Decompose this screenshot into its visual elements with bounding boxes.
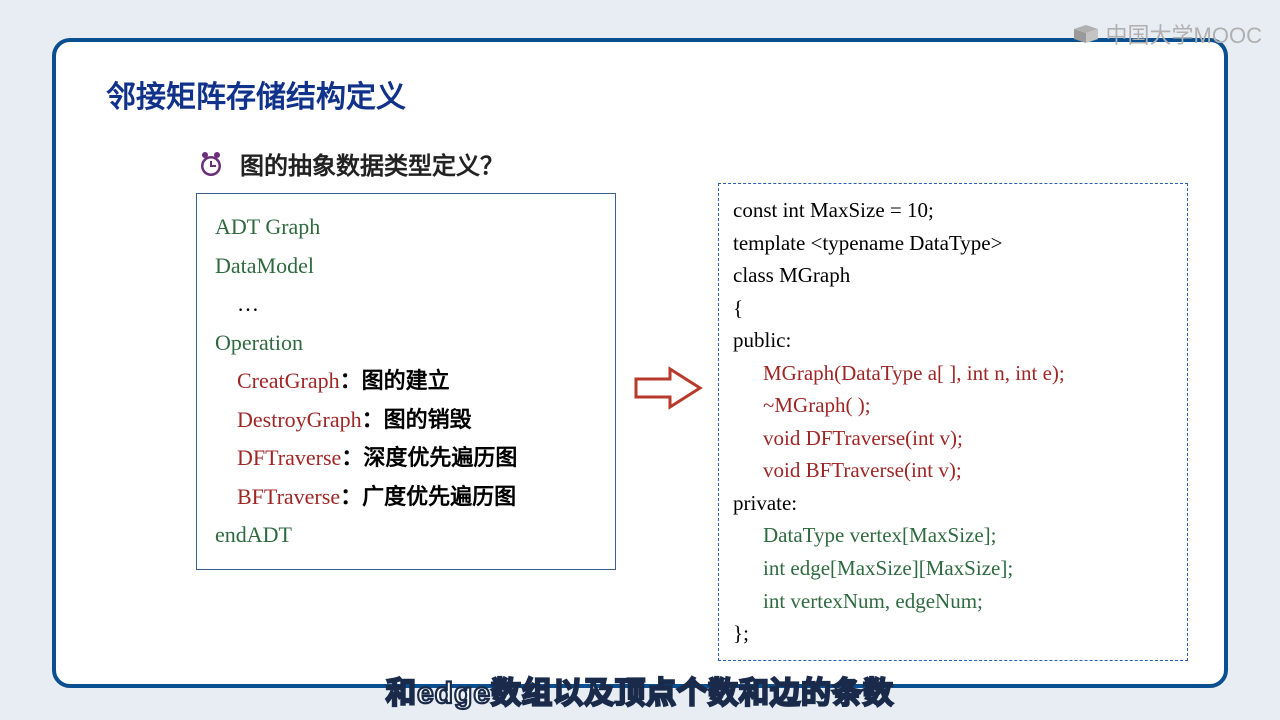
op-creat: CreatGraph：图的建立 [215, 362, 597, 401]
subtitle: 图的抽象数据类型定义？ [240, 146, 504, 181]
datamodel-line: DataModel [215, 247, 597, 286]
code-p2: ~MGraph( ); [733, 389, 1173, 422]
op-destroy: DestroyGraph：图的销毁 [215, 401, 597, 440]
endadt-line: endADT [215, 516, 597, 555]
code-l1: const int MaxSize = 10; [733, 194, 1173, 227]
code-p1: MGraph(DataType a[ ], int n, int e); [733, 357, 1173, 390]
code-l4: { [733, 292, 1173, 325]
code-p4: void BFTraverse(int v); [733, 454, 1173, 487]
adt-box: ADT Graph DataModel … Operation CreatGra… [196, 193, 616, 570]
slide-title: 邻接矩阵存储结构定义 [106, 72, 1184, 116]
operation-line: Operation [215, 324, 597, 363]
code-box: const int MaxSize = 10; template <typena… [718, 183, 1188, 661]
adt-line: ADT Graph [215, 208, 597, 247]
subtitle-row: 图的抽象数据类型定义？ [196, 146, 1184, 181]
code-q2: int edge[MaxSize][MaxSize]; [733, 552, 1173, 585]
op-bf: BFTraverse：广度优先遍历图 [215, 478, 597, 517]
code-private: private: [733, 487, 1173, 520]
subtitle-caption: 和edge数组以及顶点个数和边的条数 [0, 668, 1280, 712]
ellipsis-line: … [215, 285, 597, 324]
code-q3: int vertexNum, edgeNum; [733, 585, 1173, 618]
op-df: DFTraverse：深度优先遍历图 [215, 439, 597, 478]
code-l2: template <typename DataType> [733, 227, 1173, 260]
code-public: public: [733, 324, 1173, 357]
code-l3: class MGraph [733, 259, 1173, 292]
code-close: }; [733, 617, 1173, 650]
clock-icon [196, 149, 226, 179]
watermark-text: 中国大学MOOC [1106, 18, 1262, 50]
watermark: 中国大学MOOC [1072, 18, 1262, 50]
arrow-icon [634, 363, 704, 418]
slide-frame: 邻接矩阵存储结构定义 图的抽象数据类型定义？ ADT Graph DataMod… [52, 38, 1228, 688]
code-p3: void DFTraverse(int v); [733, 422, 1173, 455]
code-q1: DataType vertex[MaxSize]; [733, 519, 1173, 552]
